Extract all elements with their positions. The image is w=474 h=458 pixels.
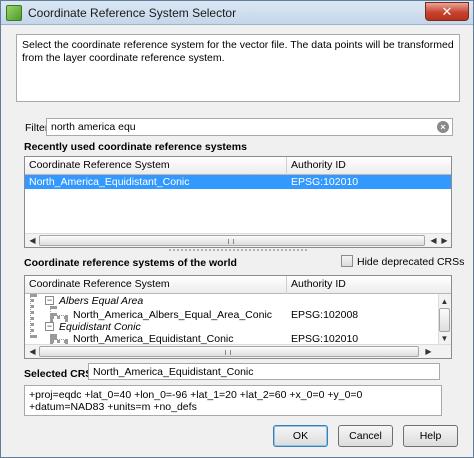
description-text: Select the coordinate reference system f… [16, 34, 460, 102]
collapse-icon[interactable]: − [45, 296, 54, 305]
hide-deprecated-label[interactable]: Hide deprecated CRSs [357, 256, 464, 268]
close-button[interactable]: ✕ [425, 2, 469, 21]
world-col-crs[interactable]: Coordinate Reference System [25, 276, 287, 294]
cancel-button[interactable]: Cancel [338, 425, 393, 447]
world-col-authority[interactable]: Authority ID [287, 276, 451, 294]
scroll-right-icon[interactable]: ▶ [423, 346, 434, 357]
list-item[interactable]: − Albers Equal Area [25, 294, 451, 308]
table-row[interactable]: North_America_Equidistant_Conic EPSG:102… [25, 175, 451, 189]
recent-section-title: Recently used coordinate reference syste… [24, 141, 247, 153]
crs-selector-dialog: Coordinate Reference System Selector ✕ S… [0, 0, 474, 458]
selected-crs-label: Selected CRS: [24, 368, 96, 380]
world-vscroll-thumb[interactable] [439, 308, 450, 332]
help-button[interactable]: Help [403, 425, 458, 447]
scroll-right-icon[interactable]: ▶ [439, 235, 450, 246]
recent-col-authority[interactable]: Authority ID [287, 157, 451, 175]
recent-row-name: North_America_Equidistant_Conic [29, 176, 190, 188]
world-horizontal-scrollbar[interactable]: ◀ ▶ [25, 344, 451, 358]
recent-scroll-thumb[interactable] [39, 235, 425, 246]
scroll-up-icon[interactable]: ▲ [439, 296, 450, 307]
recent-row-authority: EPSG:102010 [291, 176, 359, 188]
proj-string-box[interactable]: +proj=eqdc +lat_0=40 +lon_0=-96 +lat_1=2… [24, 385, 442, 416]
world-scroll-thumb[interactable] [39, 346, 419, 357]
tree-group-name: Albers Equal Area [59, 295, 144, 307]
collapse-icon[interactable]: − [45, 322, 54, 331]
scroll-left-icon[interactable]: ◀ [428, 235, 439, 246]
recent-crs-table[interactable]: Coordinate Reference System Authority ID… [24, 156, 452, 248]
selected-crs-field: North_America_Equidistant_Conic [88, 363, 440, 380]
splitter-handle[interactable] [168, 248, 308, 252]
world-table-header: Coordinate Reference System Authority ID [25, 276, 451, 294]
world-vertical-scrollbar[interactable]: ▲ ▼ [438, 294, 451, 346]
ok-button[interactable]: OK [273, 425, 328, 447]
grip-icon [225, 350, 231, 355]
scroll-left-icon[interactable]: ◀ [27, 346, 38, 357]
hide-deprecated-checkbox[interactable] [341, 255, 353, 267]
scroll-left-icon[interactable]: ◀ [27, 235, 38, 246]
title-bar[interactable]: Coordinate Reference System Selector ✕ [1, 1, 473, 25]
scroll-down-icon[interactable]: ▼ [439, 333, 450, 344]
grip-icon [228, 239, 234, 244]
recent-horizontal-scrollbar[interactable]: ◀ ◀ ▶ [25, 233, 451, 247]
world-crs-tree[interactable]: Coordinate Reference System Authority ID… [24, 275, 452, 359]
world-section-title: Coordinate reference systems of the worl… [24, 257, 237, 269]
window-title: Coordinate Reference System Selector [28, 6, 237, 20]
clear-icon[interactable]: × [437, 121, 449, 133]
qgis-app-icon [6, 5, 22, 21]
filter-label: Filter [25, 122, 49, 134]
filter-input[interactable]: north america equ [46, 118, 453, 136]
recent-table-header: Coordinate Reference System Authority ID [25, 157, 451, 175]
recent-col-crs[interactable]: Coordinate Reference System [25, 157, 287, 175]
